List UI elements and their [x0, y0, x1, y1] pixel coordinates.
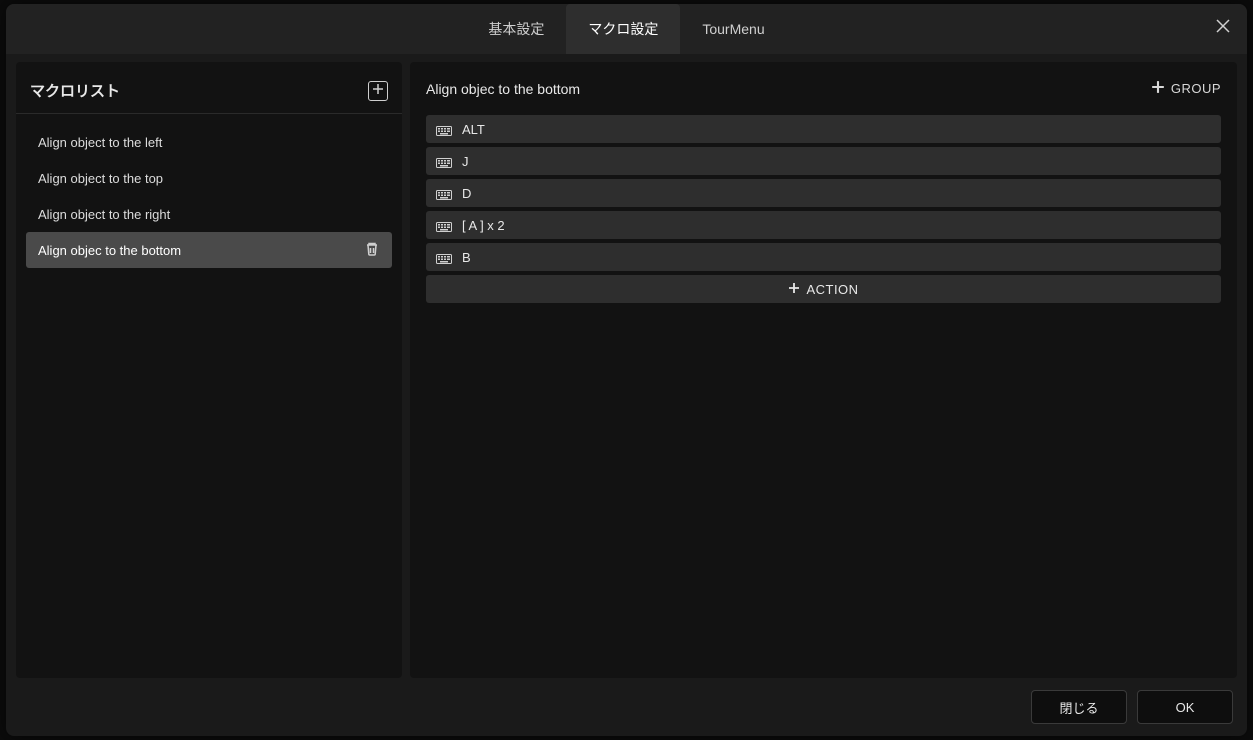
- actions-container: ALT J D [ A ] x 2 B ACTION: [410, 111, 1237, 319]
- action-label: D: [462, 186, 471, 201]
- trash-icon: [364, 241, 380, 260]
- action-row[interactable]: D: [426, 179, 1221, 207]
- detail-header: Align objec to the bottom GROUP: [410, 62, 1237, 111]
- macro-detail-panel: Align objec to the bottom GROUP ALT J D [ A…: [410, 62, 1237, 678]
- macro-list-header: マクロリスト: [16, 62, 402, 114]
- add-group-button[interactable]: GROUP: [1151, 80, 1221, 97]
- modal-footer: 閉じる OK: [6, 678, 1247, 736]
- macro-item-label: Align object to the top: [38, 171, 163, 186]
- settings-modal: 基本設定 マクロ設定 TourMenu マクロリスト Align object …: [6, 4, 1247, 736]
- add-action-label: ACTION: [806, 282, 858, 297]
- keyboard-icon: [436, 188, 452, 198]
- detail-title: Align objec to the bottom: [426, 81, 580, 97]
- keyboard-icon: [436, 220, 452, 230]
- action-row[interactable]: ALT: [426, 115, 1221, 143]
- action-row[interactable]: B: [426, 243, 1221, 271]
- macro-list-title: マクロリスト: [30, 80, 120, 101]
- add-action-button[interactable]: ACTION: [426, 275, 1221, 303]
- macro-list-panel: マクロリスト Align object to the leftAlign obj…: [16, 62, 402, 678]
- tab-macro[interactable]: マクロ設定: [566, 4, 680, 54]
- add-macro-button[interactable]: [368, 81, 388, 101]
- action-label: B: [462, 250, 471, 265]
- macro-item-label: Align objec to the bottom: [38, 243, 181, 258]
- close-button[interactable]: [1209, 14, 1237, 42]
- action-label: J: [462, 154, 469, 169]
- tab-basic[interactable]: 基本設定: [466, 4, 566, 54]
- action-row[interactable]: J: [426, 147, 1221, 175]
- modal-header: 基本設定 マクロ設定 TourMenu: [6, 4, 1247, 54]
- tab-tourmenu[interactable]: TourMenu: [680, 4, 786, 54]
- action-label: ALT: [462, 122, 485, 137]
- macro-item[interactable]: Align object to the top: [26, 160, 392, 196]
- plus-icon: [372, 82, 384, 100]
- macro-item[interactable]: Align object to the right: [26, 196, 392, 232]
- action-label: [ A ] x 2: [462, 218, 505, 233]
- delete-macro-button[interactable]: [364, 241, 380, 260]
- macro-list: Align object to the left Align object to …: [16, 114, 402, 278]
- plus-icon: [788, 282, 800, 297]
- keyboard-icon: [436, 156, 452, 166]
- close-footer-button[interactable]: 閉じる: [1031, 690, 1127, 724]
- macro-item[interactable]: Align object to the left: [26, 124, 392, 160]
- group-label: GROUP: [1171, 81, 1221, 96]
- macro-item-label: Align object to the left: [38, 135, 162, 150]
- modal-body: マクロリスト Align object to the leftAlign obj…: [6, 54, 1247, 678]
- macro-item[interactable]: Align objec to the bottom: [26, 232, 392, 268]
- plus-icon: [1151, 80, 1165, 97]
- tab-bar: 基本設定 マクロ設定 TourMenu: [466, 4, 786, 54]
- keyboard-icon: [436, 252, 452, 262]
- action-row[interactable]: [ A ] x 2: [426, 211, 1221, 239]
- ok-button[interactable]: OK: [1137, 690, 1233, 724]
- close-icon: [1215, 18, 1231, 39]
- keyboard-icon: [436, 124, 452, 134]
- macro-item-label: Align object to the right: [38, 207, 170, 222]
